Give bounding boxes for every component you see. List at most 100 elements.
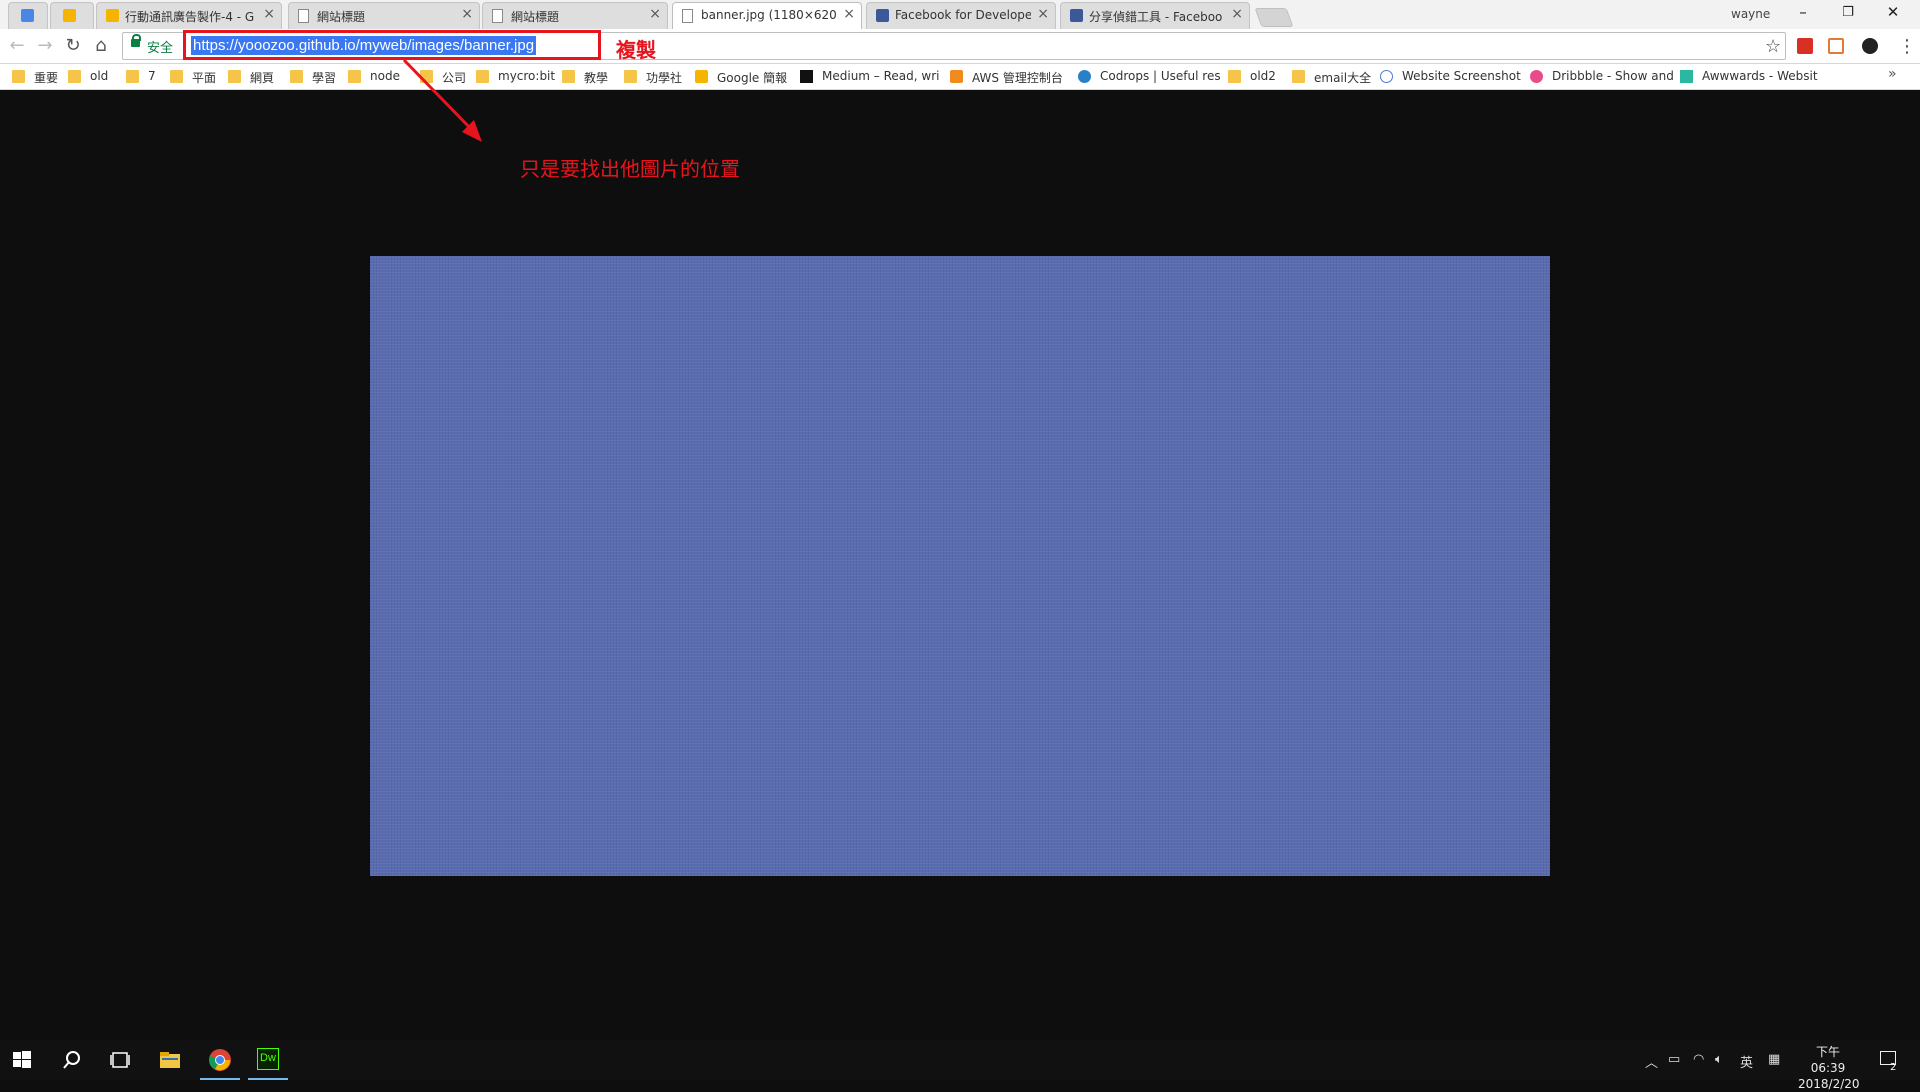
bookmark-label: Medium – Read, wri <box>822 69 940 83</box>
profile-name[interactable]: wayne <box>1731 7 1770 21</box>
minimize-button[interactable]: – <box>1788 3 1818 21</box>
medium-icon <box>800 70 813 83</box>
folder-icon <box>562 70 575 83</box>
tab-title: 行動通訊廣告製作-4 - G <box>125 10 255 24</box>
aws-icon <box>950 70 963 83</box>
lock-icon <box>131 34 141 47</box>
battery-icon[interactable]: ▭ <box>1668 1052 1680 1067</box>
bookmark-label: node <box>370 69 400 83</box>
restore-button[interactable]: ❐ <box>1833 5 1863 20</box>
clock-time: 下午 06:39 <box>1810 1045 1846 1075</box>
google-slides-icon <box>63 9 76 22</box>
folder-icon <box>126 70 139 83</box>
facebook-icon <box>1070 9 1083 22</box>
bookmark-star-icon[interactable]: ☆ <box>1765 36 1781 57</box>
chrome-icon[interactable] <box>208 1048 232 1072</box>
tab-title: 網站標題 <box>511 10 560 24</box>
system-clock[interactable]: 下午 06:39 2018/2/20 <box>1798 1044 1860 1092</box>
tab-title: 分享偵錯工具 - Faceboo <box>1089 10 1223 24</box>
dribbble-icon <box>1530 70 1543 83</box>
folder-icon <box>1292 70 1305 83</box>
tab-title: banner.jpg (1180×620) <box>701 8 837 22</box>
annotation-note: 只是要找出他圖片的位置 <box>520 157 740 181</box>
dreamweaver-label: Dw <box>260 1052 276 1064</box>
bookmark-label: 7 <box>148 69 156 83</box>
close-icon[interactable]: × <box>649 6 661 22</box>
folder-icon <box>68 70 81 83</box>
secure-label: 安全 <box>147 41 174 56</box>
windows-start-icon[interactable] <box>10 1048 34 1072</box>
extension-red-icon[interactable] <box>1797 38 1813 54</box>
extension-pin-icon[interactable] <box>1828 38 1844 54</box>
tab-title: 網站標題 <box>317 10 366 24</box>
notification-count: 2 <box>1890 1062 1897 1073</box>
close-icon[interactable]: × <box>1037 6 1049 22</box>
back-button[interactable]: ← <box>6 35 28 57</box>
bookmark-label: mycro:bit <box>498 69 556 83</box>
page-icon <box>682 9 693 23</box>
close-icon[interactable]: × <box>843 6 855 22</box>
windows-taskbar: Dw ︿ ▭ ◠ 🔈︎ 英 ▦ 下午 06:39 2018/2/20 2 <box>0 1040 1920 1091</box>
google-docs-icon <box>21 9 34 22</box>
close-window-button[interactable]: ✕ <box>1878 3 1908 21</box>
volume-icon[interactable]: 🔈︎ <box>1715 1052 1723 1067</box>
web-icon <box>1380 70 1393 83</box>
tab-pinned-docs[interactable] <box>8 2 48 29</box>
bookmark-label: 學習 <box>312 71 337 85</box>
tab-site-title-2[interactable]: 網站標題 × <box>482 2 668 29</box>
clock-date: 2018/2/20 <box>1798 1077 1860 1091</box>
folder-icon <box>12 70 25 83</box>
google-slides-icon <box>695 70 708 83</box>
dreamweaver-icon[interactable]: Dw <box>257 1048 279 1070</box>
awwwards-icon <box>1680 70 1693 83</box>
bookmark-label: email大全 <box>1314 71 1372 85</box>
bookmark-label: 教學 <box>584 71 609 85</box>
url-highlight-box <box>183 30 601 60</box>
folder-icon <box>228 70 241 83</box>
tab-pinned-slides[interactable] <box>50 2 94 29</box>
bookmark-label: 重要 <box>34 71 59 85</box>
file-explorer-icon[interactable] <box>158 1048 182 1072</box>
menu-icon[interactable]: ⋮ <box>1898 36 1916 57</box>
bookmark-label: Google 簡報 <box>717 71 788 85</box>
github-icon[interactable] <box>1862 38 1878 54</box>
wifi-icon[interactable]: ◠ <box>1693 1052 1704 1067</box>
bookmark-label: AWS 管理控制台 <box>972 71 1063 85</box>
folder-icon <box>348 70 361 83</box>
bookmark-label: Awwwards - Websit <box>1702 69 1818 83</box>
copy-annotation: 複製 <box>616 38 656 62</box>
task-view-icon[interactable] <box>108 1048 132 1072</box>
tab-facebook-debugger[interactable]: 分享偵錯工具 - Faceboo × <box>1060 2 1250 29</box>
close-icon[interactable]: × <box>263 6 275 22</box>
chevron-up-icon[interactable]: ︿ <box>1645 1052 1658 1071</box>
forward-button[interactable]: → <box>34 35 56 57</box>
page-icon <box>492 9 503 23</box>
folder-icon <box>624 70 637 83</box>
page-icon <box>298 9 309 23</box>
tab-facebook-developers[interactable]: Facebook for Develope × <box>866 2 1056 29</box>
codrops-icon <box>1078 70 1091 83</box>
close-icon[interactable]: × <box>461 6 473 22</box>
bookmark-label: 網頁 <box>250 71 275 85</box>
bookmark-label: Website Screenshot <box>1402 69 1521 83</box>
bookmark-label: Codrops | Useful res <box>1100 69 1221 83</box>
tab-banner-image[interactable]: banner.jpg (1180×620) × <box>672 2 862 29</box>
annotation-arrow <box>402 58 482 142</box>
tab-slides-doc[interactable]: 行動通訊廣告製作-4 - G × <box>96 2 282 29</box>
google-slides-icon <box>106 9 119 22</box>
new-tab-button[interactable] <box>1254 8 1294 27</box>
banner-image <box>370 256 1550 876</box>
keyboard-icon[interactable]: ▦ <box>1768 1052 1780 1067</box>
bookmark-label: 平面 <box>192 71 217 85</box>
home-button[interactable]: ⌂ <box>90 35 112 57</box>
bookmark-label: old <box>90 69 109 83</box>
facebook-icon <box>876 9 889 22</box>
input-language[interactable]: 英 <box>1740 1052 1753 1071</box>
close-icon[interactable]: × <box>1231 6 1243 22</box>
search-icon[interactable] <box>60 1048 84 1072</box>
folder-icon <box>290 70 303 83</box>
bookmarks-overflow-button[interactable]: » <box>1888 66 1897 82</box>
folder-icon <box>1228 70 1241 83</box>
tab-site-title-1[interactable]: 網站標題 × <box>288 2 480 29</box>
reload-button[interactable]: ↻ <box>62 35 84 57</box>
